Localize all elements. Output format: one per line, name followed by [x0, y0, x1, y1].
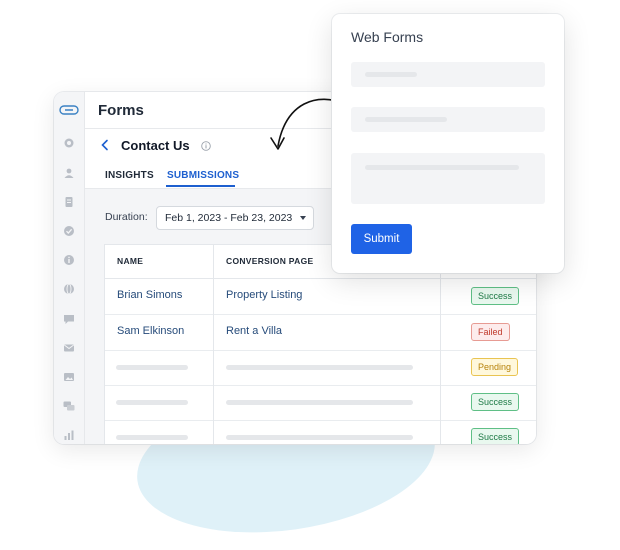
tab-submissions[interactable]: SUBMISSIONS	[167, 170, 239, 181]
column-header-conversion-page[interactable]: CONVERSION PAGE	[226, 256, 313, 266]
status-badge: Success	[471, 287, 520, 305]
table-row[interactable]: Pending	[105, 350, 536, 386]
tab-insights[interactable]: INSIGHTS	[105, 170, 154, 181]
row-name: Brian Simons	[117, 289, 183, 301]
globe-icon[interactable]	[63, 283, 75, 295]
image-icon[interactable]	[63, 371, 75, 383]
field-placeholder	[365, 165, 519, 170]
table-row[interactable]: Sam Elkinson Rent a Villa Failed	[105, 315, 536, 351]
check-circle-icon[interactable]	[63, 225, 75, 237]
row-name-placeholder	[116, 400, 188, 405]
logo-icon	[59, 105, 79, 115]
chat-bubbles-icon[interactable]	[63, 400, 75, 412]
field-placeholder	[365, 72, 417, 77]
document-icon[interactable]	[63, 196, 75, 208]
nav-rail	[54, 92, 85, 444]
active-tab-indicator	[166, 185, 235, 187]
row-page-placeholder	[226, 400, 413, 405]
form-textarea[interactable]	[351, 153, 545, 204]
table-row[interactable]: Brian Simons Property Listing Success	[105, 279, 536, 315]
form-field[interactable]	[351, 62, 545, 87]
popup-title: Web Forms	[351, 29, 424, 45]
status-badge: Failed	[471, 323, 510, 341]
status-badge: Success	[471, 393, 520, 411]
row-name-placeholder	[116, 365, 188, 370]
chat-icon[interactable]	[63, 313, 75, 325]
app-title: Forms	[98, 102, 144, 119]
row-page-placeholder	[226, 435, 413, 440]
info-circle-icon[interactable]	[63, 254, 75, 266]
duration-label: Duration:	[105, 211, 148, 223]
row-conversion-page[interactable]: Property Listing	[226, 289, 302, 301]
field-placeholder	[365, 117, 447, 122]
page-title: Contact Us	[121, 138, 190, 153]
row-conversion-page[interactable]: Rent a Villa	[226, 325, 282, 337]
submissions-table: NAME CONVERSION PAGE Brian Simons Proper…	[104, 244, 536, 444]
web-forms-popup: Web Forms Submit	[332, 14, 564, 273]
column-divider	[213, 245, 214, 444]
row-name-placeholder	[116, 435, 188, 440]
back-chevron-icon[interactable]	[100, 139, 110, 151]
user-icon[interactable]	[63, 167, 75, 179]
mail-icon[interactable]	[63, 342, 75, 354]
form-field[interactable]	[351, 107, 545, 132]
column-divider	[440, 245, 441, 444]
table-row[interactable]: Success	[105, 385, 536, 421]
column-header-name[interactable]: NAME	[117, 256, 143, 266]
dashboard-icon[interactable]	[63, 137, 75, 149]
row-name: Sam Elkinson	[117, 325, 185, 337]
status-badge: Pending	[471, 358, 519, 376]
duration-value: Feb 1, 2023 - Feb 23, 2023	[165, 212, 293, 224]
bar-chart-icon[interactable]	[63, 429, 75, 441]
duration-select[interactable]: Feb 1, 2023 - Feb 23, 2023	[156, 206, 314, 230]
caret-down-icon	[300, 216, 306, 220]
status-badge: Success	[471, 428, 520, 444]
info-icon[interactable]	[201, 141, 211, 151]
table-row[interactable]: Success	[105, 420, 536, 444]
row-page-placeholder	[226, 365, 413, 370]
submit-button[interactable]: Submit	[351, 224, 412, 254]
